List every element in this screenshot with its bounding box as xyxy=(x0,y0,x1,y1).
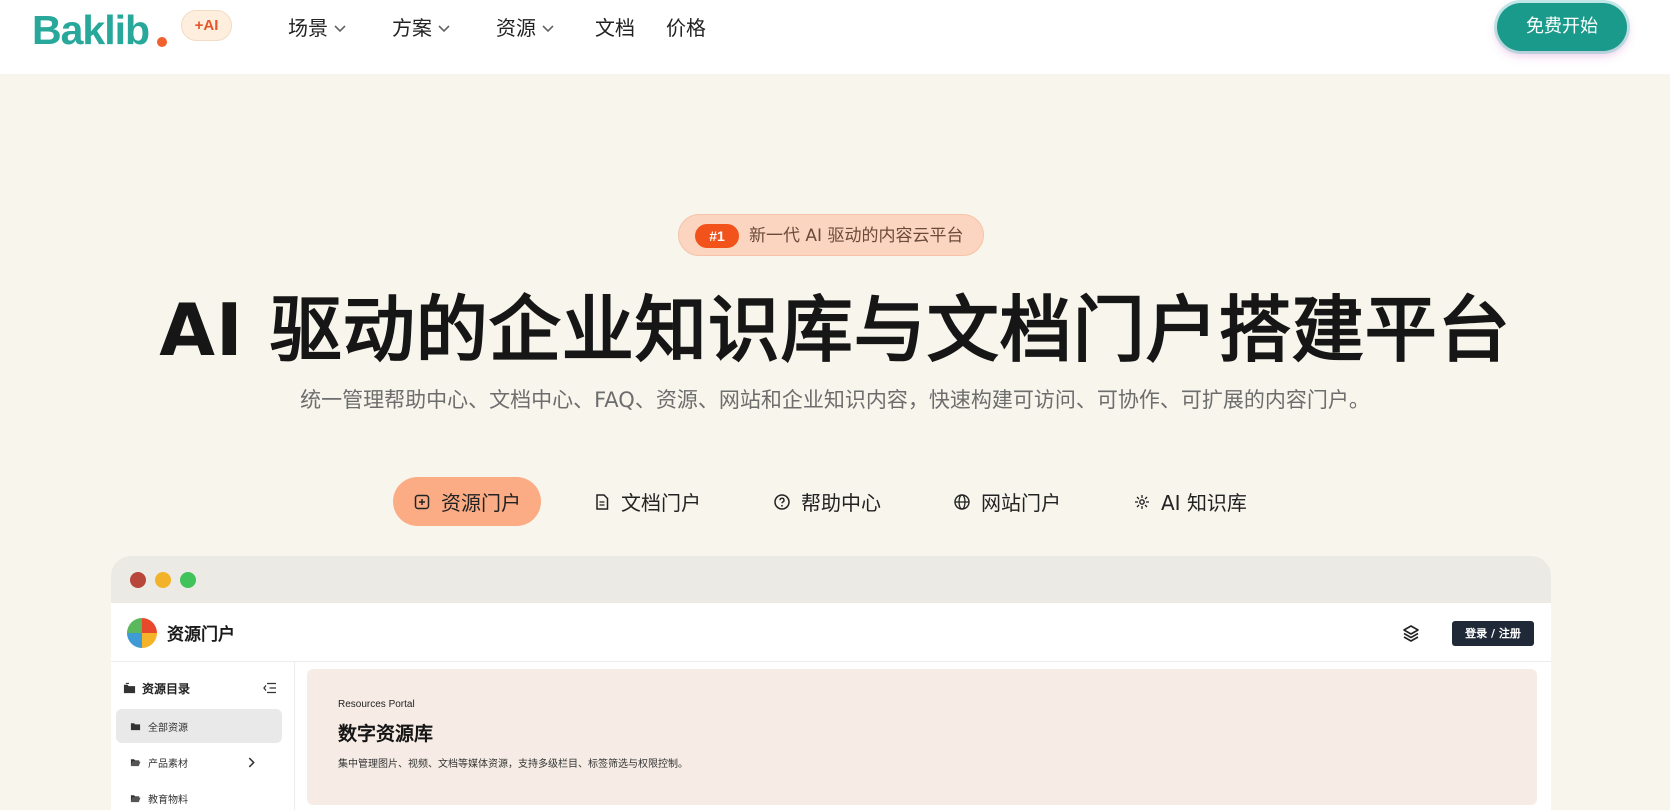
tab-label: 帮助中心 xyxy=(801,491,881,515)
nav-item-resources[interactable]: 资源 xyxy=(496,14,556,42)
portal-logo xyxy=(127,618,157,648)
announcement-pill[interactable]: #1 新一代 AI 驱动的内容云平台 xyxy=(678,214,984,256)
resource-portal-app: 资源门户 登录 / 注册 资源目录 全部资源 产品素材 教育物料 Resourc… xyxy=(111,603,1551,810)
chevron-down-icon xyxy=(334,25,346,33)
globe-icon xyxy=(954,493,970,510)
sidebar-item-label: 产品素材 xyxy=(148,758,188,770)
sidebar-heading-label: 资源目录 xyxy=(142,681,191,696)
sparkle-icon xyxy=(1135,494,1149,509)
window-maximize-dot xyxy=(180,572,196,588)
sidebar-item-label: 全部资源 xyxy=(148,722,188,734)
product-preview-window: 资源门户 登录 / 注册 资源目录 全部资源 产品素材 教育物料 Resourc… xyxy=(111,556,1551,810)
nav-label: 资源 xyxy=(496,16,536,40)
login-register-button[interactable]: 登录 / 注册 xyxy=(1452,621,1534,646)
tab-label: 文档门户 xyxy=(621,491,701,515)
hero-subtitle: 统一管理帮助中心、文档中心、FAQ、资源、网站和企业知识内容，快速构建可访问、可… xyxy=(300,388,1370,412)
tab-label: AI 知识库 xyxy=(1161,491,1247,515)
sidebar-item-education-materials[interactable]: 教育物料 xyxy=(116,781,282,810)
layers-icon[interactable] xyxy=(1401,623,1421,643)
rank-badge: #1 xyxy=(695,224,739,248)
tab-resource-portal[interactable]: 资源门户 xyxy=(393,477,541,526)
window-minimize-dot xyxy=(155,572,171,588)
sidebar-item-all-resources[interactable]: 全部资源 xyxy=(116,709,282,743)
plus-square-icon xyxy=(414,494,430,509)
collapse-sidebar-icon[interactable] xyxy=(263,682,277,694)
sidebar-heading: 资源目录 xyxy=(123,678,283,698)
folder-open-icon xyxy=(130,794,141,802)
app-title: 资源门户 xyxy=(167,625,235,645)
tab-website-portal[interactable]: 网站门户 xyxy=(953,477,1061,526)
start-free-button[interactable]: 免费开始 xyxy=(1497,3,1627,51)
tab-help-center[interactable]: 帮助中心 xyxy=(773,477,881,526)
banner-title: 数字资源库 xyxy=(338,723,434,745)
chevron-down-icon xyxy=(438,25,450,33)
resources-banner: Resources Portal 数字资源库 集中管理图片、视频、文档等媒体资源… xyxy=(307,669,1537,805)
app-header: 资源门户 登录 / 注册 xyxy=(111,603,1551,662)
tab-label: 网站门户 xyxy=(981,491,1061,515)
banner-description: 集中管理图片、视频、文档等媒体资源，支持多级栏目、标签筛选与权限控制。 xyxy=(338,759,688,770)
baklib-logo[interactable]: Baklib xyxy=(32,8,150,52)
sidebar-item-label: 教育物料 xyxy=(148,794,188,806)
tab-ai-knowledge-base[interactable]: AI 知识库 xyxy=(1133,477,1247,526)
nav-label: 方案 xyxy=(392,16,432,40)
nav-item-pricing[interactable]: 价格 xyxy=(666,14,706,42)
document-icon xyxy=(596,493,609,510)
announcement-text: 新一代 AI 驱动的内容云平台 xyxy=(749,226,964,246)
resource-sidebar: 资源目录 全部资源 产品素材 教育物料 xyxy=(111,662,295,810)
nav-label: 价格 xyxy=(666,16,706,40)
nav-item-scenes[interactable]: 场景 xyxy=(288,14,348,42)
nav-label: 场景 xyxy=(288,16,328,40)
nav-item-solutions[interactable]: 方案 xyxy=(392,14,452,42)
logo-dot xyxy=(157,37,167,47)
banner-kicker: Resources Portal xyxy=(338,699,415,710)
window-close-dot xyxy=(130,572,146,588)
tab-document-portal[interactable]: 文档门户 xyxy=(593,477,701,526)
question-circle-icon xyxy=(774,493,790,510)
nav-label: 文档 xyxy=(595,16,635,40)
folder-icon xyxy=(130,722,141,730)
folder-open-icon xyxy=(130,758,141,766)
nav-item-docs[interactable]: 文档 xyxy=(595,14,635,42)
chevron-right-icon[interactable] xyxy=(246,757,257,768)
ai-badge[interactable]: +AI xyxy=(181,10,232,41)
tab-label: 资源门户 xyxy=(441,491,521,515)
hero-title: AI 驱动的企业知识库与文档门户搭建平台 xyxy=(159,288,1511,372)
top-navbar: Baklib +AI 场景 方案 资源 文档 价格 免费开始 xyxy=(0,0,1670,74)
chevron-down-icon xyxy=(542,25,554,33)
folders-icon xyxy=(123,682,136,693)
sidebar-item-product-assets[interactable]: 产品素材 xyxy=(116,745,282,779)
